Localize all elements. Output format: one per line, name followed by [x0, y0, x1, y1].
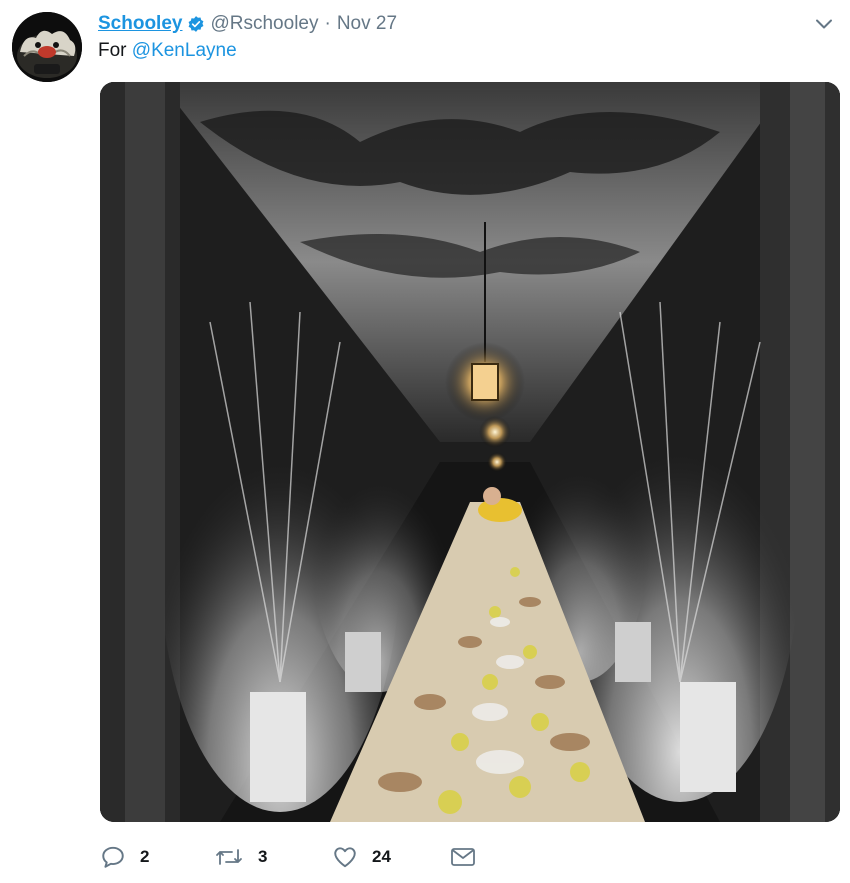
heart-icon: [332, 844, 358, 870]
like-button[interactable]: 24: [332, 844, 450, 870]
handle[interactable]: @Rschooley: [210, 13, 318, 35]
avatar-image: [12, 12, 82, 82]
mention-link[interactable]: @KenLayne: [132, 40, 237, 61]
separator-dot: ·: [324, 13, 331, 34]
tweet-text: For @KenLayne: [98, 40, 237, 62]
retweet-icon: [214, 844, 244, 870]
avatar[interactable]: [12, 12, 82, 82]
hallway-photo: [100, 82, 840, 822]
reply-button[interactable]: 2: [100, 844, 214, 870]
verified-badge-icon: [187, 15, 205, 33]
tweet-text-prefix: For: [98, 40, 127, 61]
direct-message-button[interactable]: [450, 845, 476, 869]
tweet-actions: 2 3 24: [100, 844, 476, 870]
tweet: Schooley @Rschooley · Nov 27 For @KenLay…: [0, 0, 850, 883]
chevron-down-icon[interactable]: [812, 12, 836, 36]
like-count: 24: [372, 847, 391, 866]
tweet-header: Schooley @Rschooley · Nov 27: [98, 10, 790, 38]
tweet-date[interactable]: Nov 27: [337, 13, 397, 35]
tweet-photo[interactable]: [100, 82, 840, 822]
reply-icon: [100, 844, 126, 870]
retweet-count: 3: [258, 847, 268, 866]
envelope-icon: [450, 845, 476, 869]
retweet-button[interactable]: 3: [214, 844, 332, 870]
display-name[interactable]: Schooley: [98, 13, 182, 35]
reply-count: 2: [140, 847, 150, 866]
